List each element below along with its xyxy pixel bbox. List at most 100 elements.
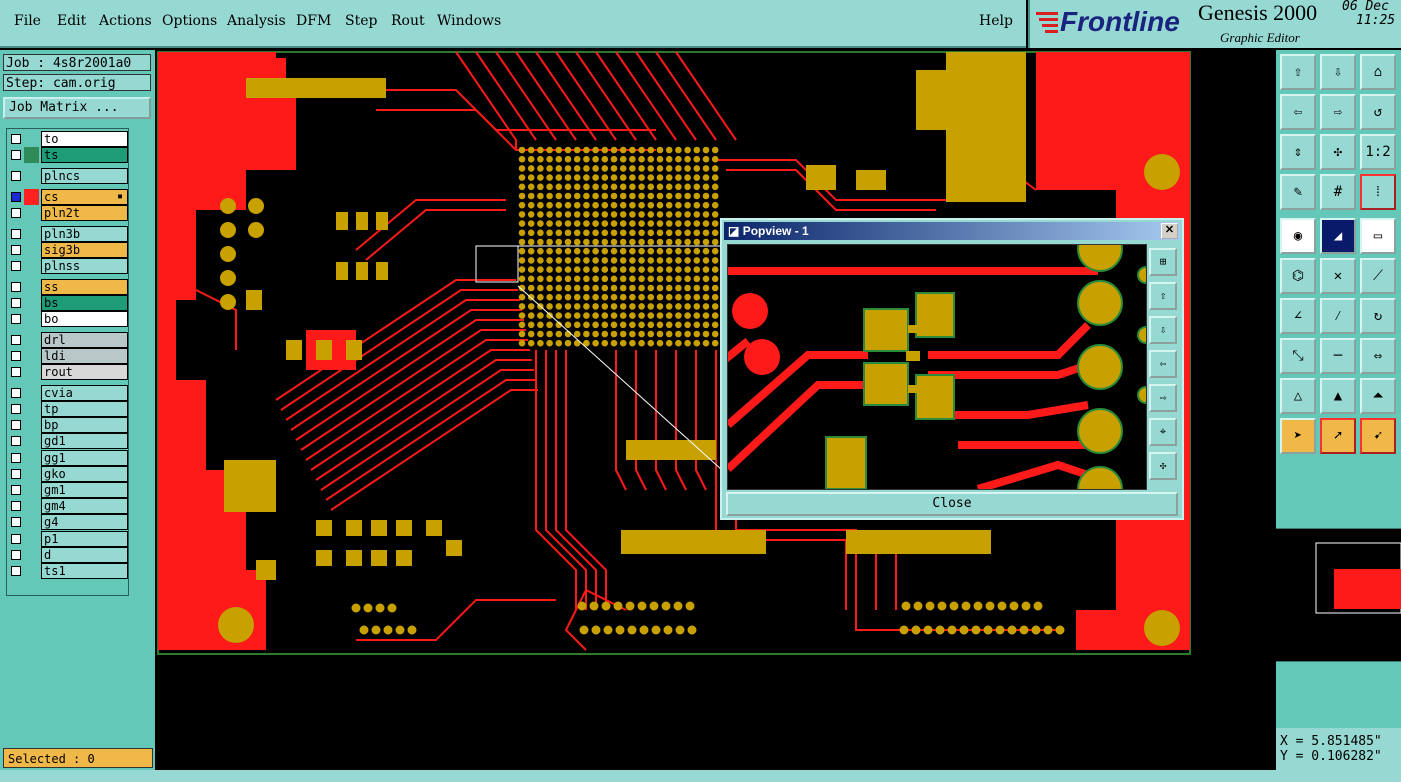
angle-icon[interactable]: ∠ xyxy=(1280,298,1316,334)
connect-icon[interactable]: ⟋ xyxy=(1360,258,1396,294)
layer-checkbox[interactable] xyxy=(11,517,21,528)
layer-checkbox[interactable] xyxy=(11,191,21,202)
layer-checkbox[interactable] xyxy=(11,468,21,479)
layer-name[interactable]: sig3b xyxy=(41,241,128,258)
fit-all-icon[interactable]: ✣ xyxy=(1320,134,1356,170)
pointer-icon[interactable]: ➤ xyxy=(1280,418,1316,454)
layer-checkbox[interactable] xyxy=(11,549,21,560)
zoom-up-icon[interactable]: ⇧ xyxy=(1280,54,1316,90)
layer-color-swatch[interactable] xyxy=(24,131,39,147)
layer-row-gm1[interactable]: gm1 xyxy=(7,482,128,498)
layer-row-p1[interactable]: p1 xyxy=(7,530,128,547)
layer-color-swatch[interactable] xyxy=(24,401,39,417)
move-icon[interactable]: ⤡ xyxy=(1280,338,1316,374)
layer-checkbox[interactable] xyxy=(11,207,21,218)
menu-options[interactable]: Options xyxy=(162,13,217,29)
layer-color-swatch[interactable] xyxy=(24,279,39,295)
snap-icon[interactable]: ⁞ xyxy=(1360,174,1396,210)
layer-row-bp[interactable]: bp xyxy=(7,417,128,434)
layer-name[interactable]: gko xyxy=(41,465,128,482)
pointer-box-icon[interactable]: ➚ xyxy=(1320,418,1356,454)
layer-row-sig3b[interactable]: sig3b xyxy=(7,241,128,258)
layer-checkbox[interactable] xyxy=(11,404,21,414)
layer-checkbox[interactable] xyxy=(11,334,21,345)
popview-fit-icon[interactable]: ⌖ xyxy=(1149,418,1177,446)
layer-name[interactable]: drl xyxy=(41,331,128,348)
layer-row-rout[interactable]: rout xyxy=(7,364,128,381)
undo-view-icon[interactable]: ↺ xyxy=(1360,94,1396,130)
layer-name[interactable]: bo xyxy=(41,311,128,327)
layer-color-swatch[interactable] xyxy=(24,348,39,364)
popview-up-icon[interactable]: ⇧ xyxy=(1149,282,1177,310)
layer-row-cs[interactable]: cs ▪ xyxy=(7,188,128,205)
triangle-icon[interactable]: △ xyxy=(1280,378,1316,414)
layer-row-g4[interactable]: g4 xyxy=(7,514,128,531)
layer-row-ss[interactable]: ss xyxy=(7,278,128,295)
layer-name[interactable]: pln2t xyxy=(41,204,128,221)
menu-edit[interactable]: Edit xyxy=(57,13,86,29)
pan-right-icon[interactable]: ⇨ xyxy=(1320,94,1356,130)
layer-checkbox[interactable] xyxy=(11,350,21,361)
layer-name[interactable]: p1 xyxy=(41,530,128,547)
layer-name[interactable]: d xyxy=(41,546,128,563)
layer-color-swatch[interactable] xyxy=(24,466,39,482)
layer-color-swatch[interactable] xyxy=(24,433,39,449)
pan-left-icon[interactable]: ⇦ xyxy=(1280,94,1316,130)
menu-file[interactable]: File xyxy=(14,13,41,29)
menu-windows[interactable]: Windows xyxy=(437,13,501,29)
select-tool-icon[interactable]: ◉ xyxy=(1280,218,1316,254)
menu-step[interactable]: Step xyxy=(345,13,377,29)
layer-color-swatch[interactable] xyxy=(24,482,39,498)
layer-color-swatch[interactable] xyxy=(24,547,39,563)
layer-name[interactable]: bp xyxy=(41,417,128,434)
layer-name[interactable]: gm1 xyxy=(41,482,128,498)
layer-row-pln3b[interactable]: pln3b xyxy=(7,225,128,242)
spread-icon[interactable]: ⇔ xyxy=(1360,338,1396,374)
ratio-button[interactable]: 1:2 xyxy=(1360,134,1396,170)
cross-icon[interactable]: ✕ xyxy=(1320,258,1356,294)
layer-checkbox[interactable] xyxy=(11,244,21,255)
layer-color-swatch[interactable] xyxy=(24,258,39,274)
layer-row-tp[interactable]: tp xyxy=(7,401,128,417)
minimap[interactable] xyxy=(1276,528,1401,662)
layer-checkbox[interactable] xyxy=(11,134,21,144)
layer-row-drl[interactable]: drl xyxy=(7,331,128,348)
layer-name[interactable]: gd1 xyxy=(41,433,128,450)
layer-color-swatch[interactable] xyxy=(24,147,39,164)
layer-name[interactable]: cvia xyxy=(41,384,128,401)
layer-row-gd1[interactable]: gd1 xyxy=(7,433,128,450)
layer-name[interactable]: ts1 xyxy=(41,563,128,579)
zoom-down-icon[interactable]: ⇩ xyxy=(1320,54,1356,90)
layer-checkbox[interactable] xyxy=(11,420,21,431)
split-icon[interactable]: ─ xyxy=(1320,338,1356,374)
popview-titlebar[interactable]: ◪ Popview - 1 ✕ xyxy=(724,222,1180,240)
layer-row-d[interactable]: d xyxy=(7,546,128,563)
home-icon[interactable]: ⌂ xyxy=(1360,54,1396,90)
layer-row-cvia[interactable]: cvia xyxy=(7,384,128,401)
layer-row-to[interactable]: to xyxy=(7,131,128,147)
popview-down-icon[interactable]: ⇩ xyxy=(1149,316,1177,344)
menu-help[interactable]: Help xyxy=(979,13,1013,29)
layer-color-swatch[interactable] xyxy=(24,242,39,258)
popview-close-button[interactable]: Close xyxy=(726,492,1178,516)
menu-rout[interactable]: Rout xyxy=(391,13,425,29)
layer-checkbox[interactable] xyxy=(11,485,21,495)
popview-zoom-view[interactable] xyxy=(727,244,1147,490)
layer-checkbox[interactable] xyxy=(11,314,21,324)
layer-checkbox[interactable] xyxy=(11,501,21,512)
fit-vertical-icon[interactable]: ⇕ xyxy=(1280,134,1316,170)
layer-checkbox[interactable] xyxy=(11,566,21,576)
layer-color-swatch[interactable] xyxy=(24,450,39,466)
layer-color-swatch[interactable] xyxy=(24,188,39,205)
layer-row-bs[interactable]: bs xyxy=(7,294,128,311)
close-icon[interactable]: ✕ xyxy=(1161,223,1178,239)
popview-right-icon[interactable]: ⇨ xyxy=(1149,384,1177,412)
layer-name[interactable]: plncs xyxy=(41,167,128,184)
layer-name[interactable]: gg1 xyxy=(41,449,128,466)
layer-color-swatch[interactable] xyxy=(24,226,39,242)
layer-checkbox[interactable] xyxy=(11,170,21,181)
layer-row-ts1[interactable]: ts1 xyxy=(7,563,128,579)
triangle-arrow-icon[interactable]: ⏶ xyxy=(1360,378,1396,414)
layer-color-swatch[interactable] xyxy=(24,385,39,401)
net-icon[interactable]: ⌬ xyxy=(1280,258,1316,294)
